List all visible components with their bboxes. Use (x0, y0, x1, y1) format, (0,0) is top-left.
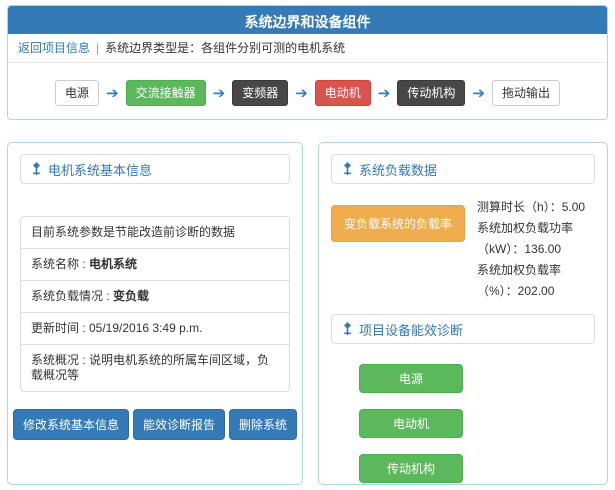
panel-title: 电机系统基本信息 (48, 160, 152, 179)
diagnose-power-button[interactable]: 电源 (359, 364, 463, 393)
arrow-right-icon: ➔ (106, 86, 119, 101)
separator: | (96, 41, 99, 55)
system-info-title-box: 电机系统基本信息 (20, 154, 290, 184)
back-to-project-link[interactable]: 返回项目信息 (18, 41, 90, 55)
panel-load-and-diagnosis: 系统负载数据 变负载系统的负载率 测算时长（h）：5.00 系统加权负载功率（k… (318, 142, 608, 485)
arrow-right-icon: ➔ (213, 86, 226, 101)
panel-title: 项目设备能效诊断 (359, 320, 463, 339)
flow-node-transmission[interactable]: 传动机构 (397, 80, 465, 106)
load-rate-section: 变负载系统的负载率 测算时长（h）：5.00 系统加权负载功率（kW）：136.… (331, 197, 595, 302)
device-diagnosis-buttons: 电源 电动机 传动机构 (331, 364, 595, 483)
page: 系统边界和设备组件 返回项目信息 | 系统边界类型是：各组件分别可测的电机系统 电源… (0, 0, 615, 490)
panel-title: 系统负载数据 (359, 160, 437, 179)
delete-system-button[interactable]: 删除系统 (229, 409, 297, 440)
flow-node-drag-output: 拖动输出 (492, 80, 560, 106)
stat-duration: 测算时长（h）：5.00 (477, 197, 595, 218)
stat-weighted-load-rate: 系统加权负载率（%）：202.00 (477, 260, 595, 302)
variable-load-rate-button[interactable]: 变负载系统的负载率 (331, 205, 465, 242)
pin-icon (342, 322, 353, 336)
page-title: 系统边界和设备组件 (8, 6, 607, 34)
boundary-type-text: 系统边界类型是：各组件分别可测的电机系统 (105, 41, 345, 55)
diagnose-motor-button[interactable]: 电动机 (359, 409, 463, 438)
diagnose-transmission-button[interactable]: 传动机构 (359, 454, 463, 483)
info-row-note: 目前系统参数是节能改造前诊断的数据 (21, 217, 289, 249)
system-info-list: 目前系统参数是节能改造前诊断的数据 系统名称 : 电机系统 系统负载情况 : 变… (20, 216, 290, 392)
toolbar: 返回项目信息 | 系统边界类型是：各组件分别可测的电机系统 (8, 34, 607, 63)
flow-node-power: 电源 (55, 80, 99, 106)
efficiency-report-button[interactable]: 能效诊断报告 (133, 409, 225, 440)
pin-icon (31, 162, 42, 176)
component-flow-diagram: 电源 ➔ 交流接触器 ➔ 变频器 ➔ 电动机 ➔ 传动机构 ➔ 拖动输出 (8, 63, 607, 106)
stat-weighted-power: 系统加权负载功率（kW）：136.00 (477, 218, 595, 260)
info-row-system-name: 系统名称 : 电机系统 (21, 249, 289, 281)
info-row-overview: 系统概况 : 说明电机系统的所属车间区域，负载概况等 (21, 345, 289, 391)
arrow-right-icon: ➔ (295, 86, 308, 101)
load-stats: 测算时长（h）：5.00 系统加权负载功率（kW）：136.00 系统加权负载率… (477, 197, 595, 302)
flow-node-inverter[interactable]: 变频器 (232, 80, 288, 106)
diagnosis-title-box: 项目设备能效诊断 (331, 314, 595, 344)
info-row-update-time: 更新时间 : 05/19/2016 3:49 p.m. (21, 313, 289, 345)
arrow-right-icon: ➔ (472, 86, 485, 101)
flow-node-motor[interactable]: 电动机 (315, 80, 371, 106)
system-actions: 修改系统基本信息 能效诊断报告 删除系统 (20, 409, 290, 440)
flow-node-ac-contactor[interactable]: 交流接触器 (126, 80, 206, 106)
arrow-right-icon: ➔ (378, 86, 391, 101)
edit-system-info-button[interactable]: 修改系统基本信息 (13, 409, 129, 440)
load-data-title-box: 系统负载数据 (331, 154, 595, 184)
boundary-panel: 系统边界和设备组件 返回项目信息 | 系统边界类型是：各组件分别可测的电机系统 电源… (7, 5, 608, 120)
panel-system-info: 电机系统基本信息 目前系统参数是节能改造前诊断的数据 系统名称 : 电机系统 系… (7, 142, 303, 485)
pin-icon (342, 162, 353, 176)
info-row-load-condition: 系统负载情况 : 变负载 (21, 281, 289, 313)
